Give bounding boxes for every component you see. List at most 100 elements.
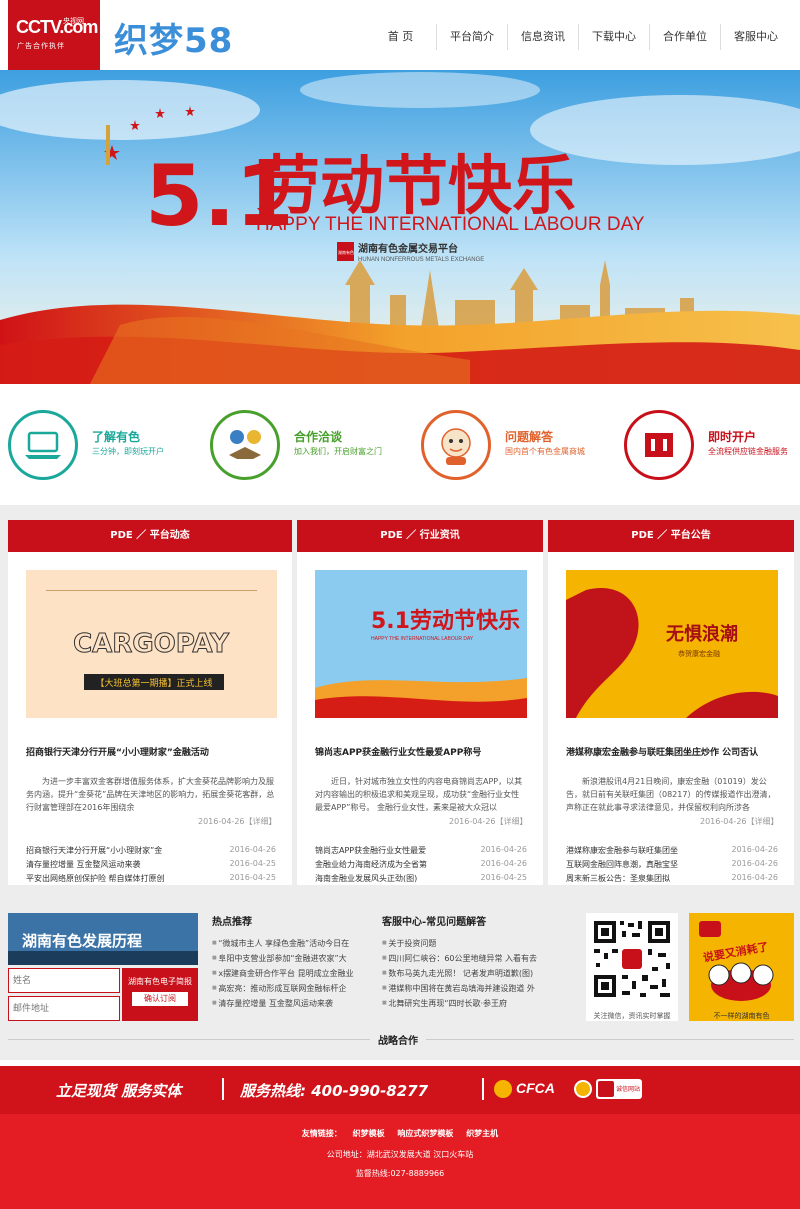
column-header[interactable]: PDE ／ 平台动态 [8,520,292,552]
slogan-text: 立足现货 服务实体 [56,1082,182,1100]
trust-badge-icon [598,1081,614,1097]
faq-list: 关于投资问题 四川阿仁峡谷：60公里地缝异常 入看有去 数布马英九走光照！ 记者… [382,936,548,1011]
faq-title: 客服中心-常见问题解答 [382,917,487,928]
list-item[interactable]: 高宏亮：推动形成互联网金融标杆企 [212,981,372,996]
feature-cooperate[interactable]: 合作洽谈 加入我们，开启财富之门 [210,410,410,482]
nav-news[interactable]: 信息资讯 [507,24,578,50]
list-item[interactable]: 港媒称中国将在黄岩岛填海并建设跑道 外 [382,981,548,996]
qr-block: 关注微信，资讯实时掌握 [586,913,678,1021]
cctv-sub: 央视网 [63,17,84,25]
nav-partners[interactable]: 合作单位 [649,24,720,50]
article-list: 锦尚志APP获金融行业女性最爱 2016-04-26 金融业给力海南经济成为全省第… [315,845,527,887]
footer-link[interactable]: 织梦主机 [466,1129,498,1138]
feature-title: 即时开户 [708,430,757,444]
banner-title: 劳动节快乐 [256,150,576,224]
article-title[interactable]: 港媒称康宏金融参与联旺集团坐庄炒作 公司否认 [566,745,758,758]
hot-title: 热点推荐 [212,917,252,928]
slogan-divider [222,1078,224,1100]
news-column-platform: PDE ／ 平台动态 CARGOPAY 【大班总第一期播】正式上线 招商银行天津… [8,520,292,885]
list-item[interactable]: 关于投资问题 [382,936,548,951]
subscribe-button[interactable]: 确认订阅 [132,992,188,1006]
hotline-divider [482,1078,484,1100]
trust-badge[interactable]: 诚信网站 [596,1079,642,1099]
slogan-bar: 立足现货 服务实体 服务热线: 400-990-8277 CFCA 诚信网站 [0,1066,800,1114]
list-item[interactable]: 互联网金融回阵息潮，真融宝坚 2016-04-26 [566,859,778,873]
article-excerpt: 新浪港股讯4月21日晚间，康宏金融（01019）发公告，就日前有关联旺集团（08… [566,777,776,812]
list-item[interactable]: 清存量控增量 互金整风运动来袭 2016-04-25 [26,859,276,873]
news-column-industry: PDE ／ 行业资讯 5.1劳动节快乐 HAPPY THE INTERNATIO… [297,520,543,885]
account-icon [624,410,694,480]
shield-icon [574,1080,592,1098]
links-label: 友情链接： [301,1129,342,1138]
column-header[interactable]: PDE ／ 平台公告 [548,520,794,552]
feature-understand[interactable]: 了解有色 三分钟，即刻玩开户 [8,410,208,482]
column-image[interactable]: 无惧浪潮 恭贺康宏金融 [566,570,778,718]
partners-title: 战略合作 [370,1032,426,1047]
company-address: 公司地址：湖北武汉发展大道 汉口火车站 [326,1150,474,1159]
name-input[interactable] [8,968,120,993]
banner-seal: 湖南有色 [338,249,354,255]
list-item[interactable]: 金融业给力海南经济成为全省第 2016-04-26 [315,859,527,873]
cctv-tagline: 广告合作执伴 [17,42,65,50]
list-item[interactable]: 清存量控增量 互金整风运动来袭 [212,996,372,1011]
news-section: PDE ／ 平台动态 CARGOPAY 【大班总第一期播】正式上线 招商银行天津… [0,505,800,900]
footer-link[interactable]: 响应式织梦模板 [397,1129,453,1138]
cctv-brand: CCTV.com [16,17,98,37]
column-image[interactable]: 5.1劳动节快乐 HAPPY THE INTERNATIONAL LABOUR … [315,570,527,718]
cctv-logo[interactable]: CCTV.com 央视网 广告合作执伴 [8,0,100,70]
banner-org-en: HUNAN NONFERROUS METALS EXCHANGE [358,257,484,263]
list-item[interactable]: x摆建商金研合作平台 昆明成立金融业 [212,966,372,981]
column-header[interactable]: PDE ／ 行业资讯 [297,520,543,552]
article-date[interactable]: 2016-04-26【详细】 [700,816,779,827]
article-date[interactable]: 2016-04-26【详细】 [198,816,277,827]
feature-desc: 全流程供应链金融服务 [708,447,788,456]
nav-service[interactable]: 客服中心 [720,24,791,50]
banner-art: 5.1 劳动节快乐 HAPPY THE INTERNATIONAL LABOUR… [0,70,800,384]
feature-faq[interactable]: 问题解答 国内首个有色金属商城 [421,410,621,482]
nav-about[interactable]: 平台简介 [436,24,507,50]
article-title[interactable]: 锦尚志APP获金融行业女性最爱APP称号 [315,745,481,758]
qr-code-icon[interactable] [586,913,678,1005]
list-item[interactable]: 锦尚志APP获金融行业女性最爱 2016-04-26 [315,845,527,859]
trust-badge-label: 诚信网站 [616,1086,641,1093]
list-item[interactable]: 招商银行天津分行开展“小小理财家”金 2016-04-26 [26,845,276,859]
banner-org: 湖南有色金属交易平台 [358,242,458,255]
list-item[interactable]: 海南金融业发展风头正劲(图) 2016-04-25 [315,873,527,887]
cfca-icon [494,1080,512,1098]
list-item[interactable]: 周末新三板公告：圣泉集团拟 2016-04-26 [566,873,778,887]
nav-home[interactable]: 首 页 [365,24,436,50]
history-banner[interactable]: 湖南有色发展历程 [8,913,198,965]
hot-list: “微城市主人 享绿色金融”活动今日在 阜阳中支营业部参加“金融进农家”大 x摆建… [212,936,372,1011]
list-item[interactable]: 港媒称康宏金融参与联旺集团坐 2016-04-26 [566,845,778,859]
site-logo[interactable]: 织梦58 [114,13,233,62]
info-section: 湖南有色发展历程 湖南有色电子简报 确认订阅 热点推荐 “微城市主人 享绿色金融… [0,900,800,1060]
list-item[interactable]: 北舞研究生再现“四时长歌·参王府 [382,996,548,1011]
cartoon-caption: 不一样的湖南有色 [713,1012,770,1020]
main-nav: 首 页 平台简介 信息资讯 下载中心 合作单位 客服中心 [365,24,791,50]
friend-links: 友情链接： 织梦模板 响应式织梦模板 织梦主机 [0,1128,800,1139]
article-title[interactable]: 招商银行天津分行开展“小小理财家”金融活动 [26,745,209,758]
column-image[interactable]: CARGOPAY 【大班总第一期播】正式上线 [26,570,277,718]
email-input[interactable] [8,996,120,1021]
feature-open-account[interactable]: 即时开户 全流程供应链金融服务 [624,410,800,482]
cfca-logo[interactable]: CFCA [516,1080,555,1096]
article-date[interactable]: 2016-04-26【详细】 [449,816,528,827]
list-item[interactable]: “微城市主人 享绿色金融”活动今日在 [212,936,372,951]
nav-download[interactable]: 下载中心 [578,24,649,50]
cartoon-promo[interactable]: 说要又消耗了 不一样的湖南有色 [689,913,794,1021]
article-excerpt: 近日，针对城市独立女性的内容电商锦尚志APP，以其对内容输出的积极追求和美观呈现… [315,777,523,812]
hero-banner[interactable]: 5.1 劳动节快乐 HAPPY THE INTERNATIONAL LABOUR… [0,70,800,384]
list-item[interactable]: 四川阿仁峡谷：60公里地缝异常 入看有去 [382,951,548,966]
site-header: CCTV.com 央视网 广告合作执伴 织梦58 首 页 平台简介 信息资讯 下… [0,0,800,70]
footer-link[interactable]: 织梦模板 [353,1129,385,1138]
history-title: 湖南有色发展历程 [22,932,142,950]
feature-desc: 国内首个有色金属商城 [505,447,585,456]
supervision-phone: 监督热线:027-8889966 [355,1169,445,1178]
image-caption: 【大班总第一期播】正式上线 [95,677,212,689]
list-item[interactable]: 数布马英九走光照！ 记者发声明道歉(图) [382,966,548,981]
list-item[interactable]: 阜阳中支营业部参加“金融进农家”大 [212,951,372,966]
feature-title: 合作洽谈 [294,430,343,444]
hotline-text[interactable]: 服务热线: 400-990-8277 [240,1080,428,1101]
list-item[interactable]: 平安出网络原创保护险 帮自媒体打原创 2016-04-25 [26,873,276,887]
feature-title: 问题解答 [505,430,554,444]
